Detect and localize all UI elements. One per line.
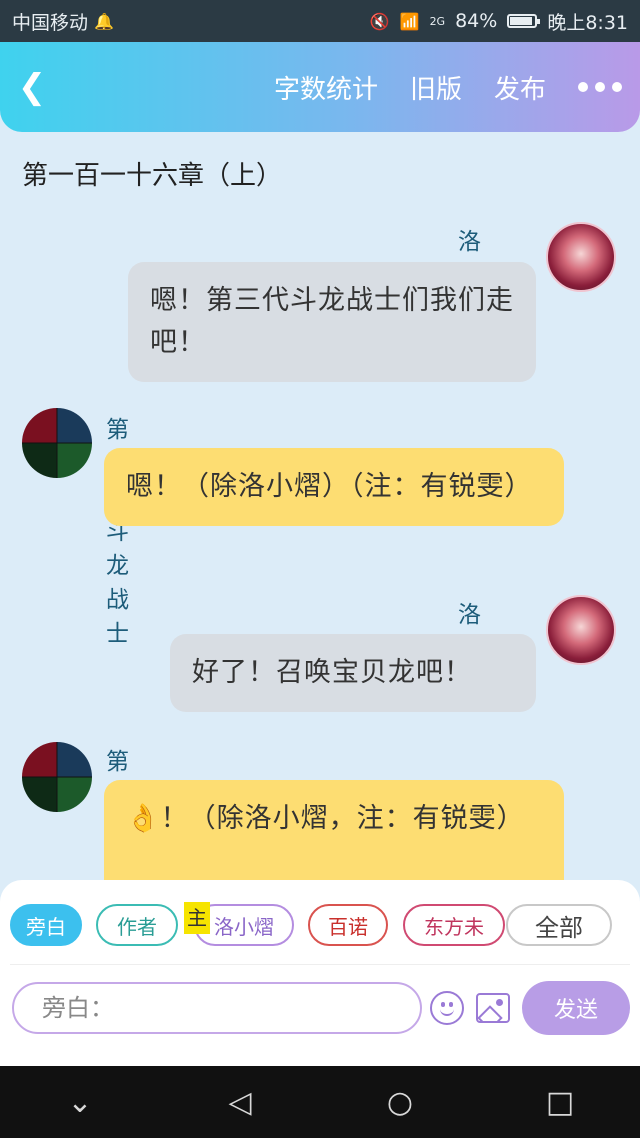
main-character-tag: 主: [184, 902, 210, 934]
message-bubble: 嗯！（除洛小熠）（注：有锐雯）: [104, 448, 564, 526]
message-input[interactable]: [42, 994, 420, 1022]
app-header: ❮ 字数统计 旧版 发布: [0, 42, 640, 132]
header-actions: 字数统计 旧版 发布: [274, 69, 640, 106]
back-triangle-icon[interactable]: ◁: [210, 1072, 270, 1132]
system-nav-bar: ⌄ ◁ ○ □: [0, 1066, 640, 1138]
role-chip-all[interactable]: 全部: [506, 904, 612, 946]
word-count-button[interactable]: 字数统计: [274, 69, 378, 106]
battery-percent: 84%: [455, 10, 498, 32]
back-button[interactable]: ❮: [0, 42, 64, 132]
clock: 晚上8:31: [547, 11, 628, 34]
message-input-wrapper: [12, 982, 422, 1034]
emoji-icon[interactable]: [430, 991, 464, 1025]
publish-button[interactable]: 发布: [494, 69, 546, 106]
wifi-icon: 📶: [399, 11, 420, 31]
sender-name: 第三代斗龙战士: [106, 417, 129, 647]
divider: [10, 964, 630, 965]
composer-panel: 旁白 作者 洛小熠 主 百诺 东方未 全部 发送: [0, 880, 640, 1066]
carrier-label: 中国移动: [12, 11, 89, 34]
mute-icon: 🔇: [369, 11, 390, 31]
role-chip-bai[interactable]: 百诺: [308, 904, 388, 946]
battery-icon: [507, 14, 541, 28]
battery-fill: [510, 17, 533, 25]
avatar[interactable]: [546, 222, 616, 292]
chevron-down-icon[interactable]: ⌄: [50, 1072, 110, 1132]
role-chip-author[interactable]: 作者: [96, 904, 178, 946]
old-version-button[interactable]: 旧版: [410, 69, 462, 106]
role-selector: 旁白 作者 洛小熠 主 百诺 东方未 全部: [10, 902, 630, 950]
network-label: 2G: [429, 14, 446, 28]
home-circle-icon[interactable]: ○: [370, 1072, 430, 1132]
avatar[interactable]: [22, 408, 92, 478]
message-bubble: 好了！召唤宝贝龙吧！: [170, 634, 536, 712]
avatar[interactable]: [22, 742, 92, 812]
avatar[interactable]: [546, 595, 616, 665]
role-chip-narration[interactable]: 旁白: [10, 904, 82, 946]
chapter-title: 第一百一十六章（上）: [22, 161, 283, 191]
recents-square-icon[interactable]: □: [530, 1072, 590, 1132]
status-left: 中国移动 🔔: [12, 8, 114, 35]
send-button[interactable]: 发送: [522, 981, 630, 1035]
image-icon[interactable]: [476, 993, 510, 1023]
chevron-left-icon: ❮: [17, 67, 47, 107]
status-right: 🔇 📶 2G 84% 晚上8:31: [370, 8, 628, 35]
role-chip-dong[interactable]: 东方未: [403, 904, 505, 946]
status-bar: 中国移动 🔔 🔇 📶 2G 84% 晚上8:31: [0, 0, 640, 42]
more-icon[interactable]: [578, 82, 622, 92]
notification-icon: 🔔: [94, 11, 114, 31]
message-bubble: 嗯！第三代斗龙战士们我们走吧！: [128, 262, 536, 382]
